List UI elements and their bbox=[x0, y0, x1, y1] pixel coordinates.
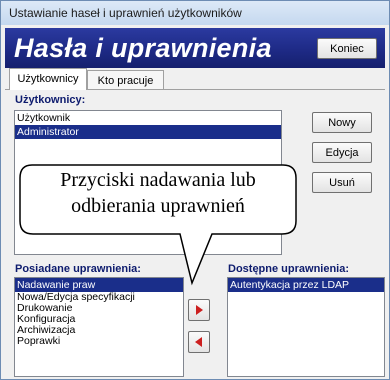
callout-text: Przyciski nadawania lub odbierania upraw… bbox=[60, 169, 256, 217]
tab-users[interactable]: Użytkownicy bbox=[9, 68, 87, 90]
